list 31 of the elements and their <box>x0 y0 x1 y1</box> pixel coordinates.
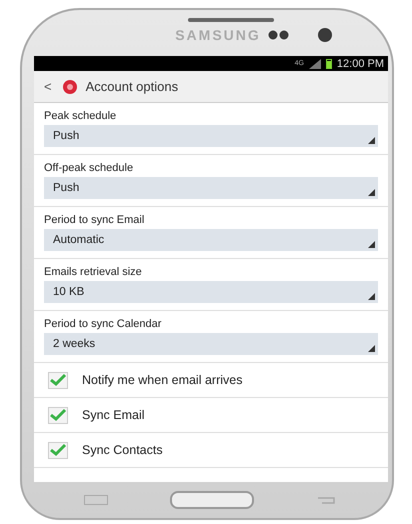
menu-key[interactable] <box>84 495 108 505</box>
app-icon <box>62 78 78 94</box>
dropdown-corner-icon <box>368 293 375 300</box>
screen-title: Account options <box>86 79 178 94</box>
setting-label: Peak schedule <box>44 110 118 122</box>
home-button[interactable] <box>170 491 254 509</box>
setting-label: Period to sync Calendar <box>44 318 162 330</box>
dropdown-corner-icon <box>368 241 375 248</box>
back-key-icon[interactable] <box>316 495 338 505</box>
dropdown-field[interactable]: Automatic <box>44 229 378 251</box>
dropdown-field[interactable]: Push <box>44 125 378 147</box>
dropdown-field[interactable]: Push <box>44 177 378 199</box>
setting-label: Emails retrieval size <box>44 266 143 278</box>
status-time: 12:00 PM <box>336 58 384 70</box>
checkbox-label: Notify me when email arrives <box>82 373 242 387</box>
checkbox[interactable] <box>48 406 68 424</box>
checkbox[interactable] <box>48 372 68 388</box>
setting-label: Period to sync Email <box>44 214 146 226</box>
brand-label: SAMSUNG <box>175 27 261 43</box>
checkbox[interactable] <box>48 442 68 458</box>
back-button[interactable]: < <box>42 79 54 94</box>
dropdown-field[interactable]: 2 weeks <box>44 333 378 355</box>
dropdown-corner-icon <box>368 189 375 196</box>
battery-icon <box>326 58 332 68</box>
checkbox-label: Sync Contacts <box>82 443 163 457</box>
setting-label: Off-peak schedule <box>44 162 134 174</box>
signal-icon <box>308 58 321 68</box>
dropdown-corner-icon <box>368 345 375 352</box>
checkbox-label: Sync Email <box>82 408 145 422</box>
dropdown-corner-icon <box>368 137 375 144</box>
dropdown-field[interactable]: 10 KB <box>44 281 378 303</box>
